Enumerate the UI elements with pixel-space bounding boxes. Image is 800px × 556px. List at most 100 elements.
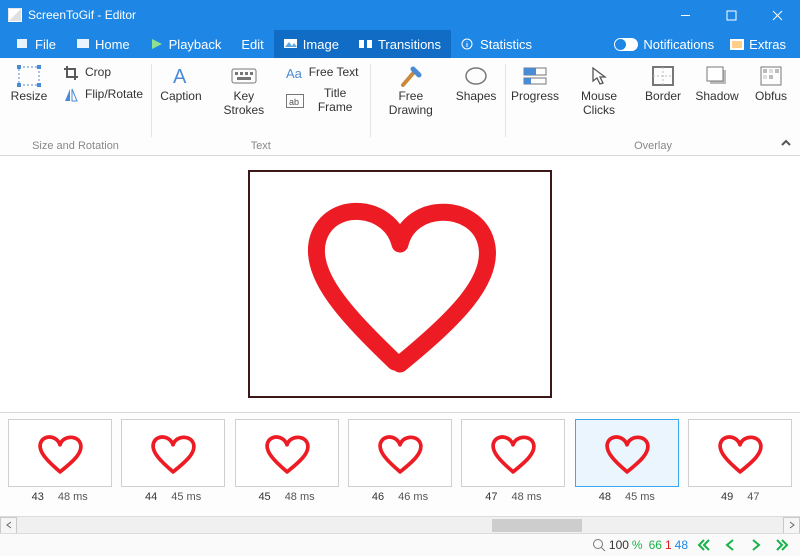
caption-button[interactable]: A Caption bbox=[154, 62, 208, 106]
heart-drawing bbox=[270, 184, 530, 384]
button-label: Shapes bbox=[456, 90, 497, 104]
frame-index: 45 bbox=[258, 491, 270, 503]
freetext-icon: Aa bbox=[286, 65, 304, 81]
nav-prev-button[interactable] bbox=[720, 536, 740, 554]
tab-playback[interactable]: Playback bbox=[140, 30, 232, 58]
svg-text:Aa: Aa bbox=[286, 66, 303, 80]
menu-tabs: File Home Playback Edit Image Transition… bbox=[0, 30, 800, 58]
canvas-area[interactable] bbox=[0, 156, 800, 412]
caption-icon: A bbox=[168, 64, 194, 88]
frame-thumbnail[interactable]: 49 47 bbox=[687, 419, 794, 503]
resize-icon bbox=[16, 64, 42, 88]
tab-label: Image bbox=[303, 37, 339, 52]
frame-thumbnail[interactable]: 45 48 ms bbox=[233, 419, 340, 503]
scroll-track[interactable] bbox=[17, 518, 783, 533]
tab-label: Playback bbox=[169, 37, 222, 52]
ribbon-group-size-rotation: Resize Crop Flip/Rotate Size and Rotatio… bbox=[0, 58, 151, 155]
frame-index: 46 bbox=[372, 491, 384, 503]
shadow-button[interactable]: Shadow bbox=[690, 62, 744, 106]
button-label: Title Frame bbox=[309, 87, 362, 115]
horizontal-scrollbar[interactable] bbox=[0, 516, 800, 533]
image-icon bbox=[284, 38, 298, 50]
button-label: Flip/Rotate bbox=[85, 88, 143, 102]
frame-index: 48 bbox=[599, 491, 611, 503]
tab-label: Home bbox=[95, 37, 130, 52]
button-label: Mouse Clicks bbox=[568, 90, 630, 118]
play-icon bbox=[150, 38, 164, 50]
border-icon bbox=[650, 64, 676, 88]
obfuscate-icon bbox=[758, 64, 784, 88]
notifications-toggle[interactable]: Notifications bbox=[608, 37, 720, 52]
fliprotate-button[interactable]: Flip/Rotate bbox=[56, 84, 149, 106]
tab-statistics[interactable]: Statistics bbox=[451, 30, 542, 58]
maximize-button[interactable] bbox=[708, 0, 754, 30]
progress-button[interactable]: Progress bbox=[508, 62, 562, 106]
tab-home[interactable]: Home bbox=[66, 30, 140, 58]
tab-file[interactable]: File bbox=[6, 30, 66, 58]
frame-duration: 45 ms bbox=[625, 491, 655, 503]
freedrawing-button[interactable]: Free Drawing bbox=[373, 62, 450, 120]
frame-thumbnail[interactable]: 4445 ms bbox=[119, 419, 226, 503]
frame-strip[interactable]: 43 48 ms 4445 ms 45 48 ms 4646 ms4748 ms 48 45 … bbox=[0, 412, 800, 516]
home-icon bbox=[76, 38, 90, 50]
button-label: Border bbox=[645, 90, 681, 104]
nav-first-button[interactable] bbox=[694, 536, 714, 554]
scroll-thumb[interactable] bbox=[492, 519, 582, 532]
frame-duration: 48 ms bbox=[285, 491, 315, 503]
frame-thumbnail[interactable]: 4748 ms bbox=[460, 419, 567, 503]
ribbon-group-draw: Free Drawing Shapes bbox=[371, 58, 506, 155]
scroll-left-button[interactable] bbox=[0, 517, 17, 534]
window-title: ScreenToGif - Editor bbox=[28, 8, 136, 22]
nav-next-button[interactable] bbox=[746, 536, 766, 554]
frame-current: 1 bbox=[665, 538, 672, 552]
border-button[interactable]: Border bbox=[636, 62, 690, 106]
tab-image[interactable]: Image bbox=[274, 30, 349, 58]
progress-icon bbox=[522, 64, 548, 88]
resize-button[interactable]: Resize bbox=[2, 62, 56, 106]
toggle-icon bbox=[614, 38, 638, 51]
frame-thumbnail[interactable]: 4646 ms bbox=[346, 419, 453, 503]
freetext-button[interactable]: Aa Free Text bbox=[280, 62, 368, 84]
button-label: Free Text bbox=[309, 66, 359, 80]
current-frame bbox=[248, 170, 552, 398]
titlebar: ScreenToGif - Editor bbox=[0, 0, 800, 30]
ribbon: Resize Crop Flip/Rotate Size and Rotatio… bbox=[0, 58, 800, 156]
frame-index: 49 bbox=[721, 491, 733, 503]
frame-selected: 48 bbox=[675, 538, 688, 552]
close-button[interactable] bbox=[754, 0, 800, 30]
tab-edit[interactable]: Edit bbox=[231, 30, 273, 58]
extras-button[interactable]: Extras bbox=[724, 37, 792, 52]
tab-label: Statistics bbox=[480, 37, 532, 52]
zoom-display[interactable]: 100 % bbox=[592, 538, 643, 552]
keystrokes-button[interactable]: Key Strokes bbox=[208, 62, 280, 120]
frame-duration: 47 bbox=[747, 491, 759, 503]
tab-transitions[interactable]: Transitions bbox=[349, 30, 451, 58]
button-label: Crop bbox=[85, 66, 111, 80]
frame-index: 43 bbox=[32, 491, 44, 503]
thumbnail-image bbox=[688, 419, 792, 487]
minimize-button[interactable] bbox=[662, 0, 708, 30]
file-icon bbox=[16, 38, 30, 50]
obfuscate-button[interactable]: Obfus bbox=[744, 62, 798, 106]
info-icon bbox=[461, 38, 475, 50]
keystrokes-icon bbox=[231, 64, 257, 88]
frame-counts: 66 1 48 bbox=[649, 538, 688, 552]
crop-button[interactable]: Crop bbox=[56, 62, 149, 84]
thumbnail-image bbox=[121, 419, 225, 487]
frame-duration: 48 ms bbox=[58, 491, 88, 503]
ribbon-collapse-button[interactable] bbox=[780, 137, 792, 151]
frame-thumbnail[interactable]: 43 48 ms bbox=[6, 419, 113, 503]
frame-duration: 45 ms bbox=[171, 491, 201, 503]
scroll-right-button[interactable] bbox=[783, 517, 800, 534]
shadow-icon bbox=[704, 64, 730, 88]
tab-label: Transitions bbox=[378, 37, 441, 52]
shapes-button[interactable]: Shapes bbox=[449, 62, 503, 106]
mouseclicks-button[interactable]: Mouse Clicks bbox=[562, 62, 636, 120]
freedraw-icon bbox=[398, 64, 424, 88]
frame-total: 66 bbox=[649, 538, 662, 552]
nav-last-button[interactable] bbox=[772, 536, 792, 554]
titleframe-button[interactable]: ab Title Frame bbox=[280, 84, 368, 118]
notifications-label: Notifications bbox=[643, 37, 714, 52]
status-bar: 100 % 66 1 48 bbox=[0, 533, 800, 556]
frame-thumbnail[interactable]: 48 45 ms bbox=[573, 419, 680, 503]
